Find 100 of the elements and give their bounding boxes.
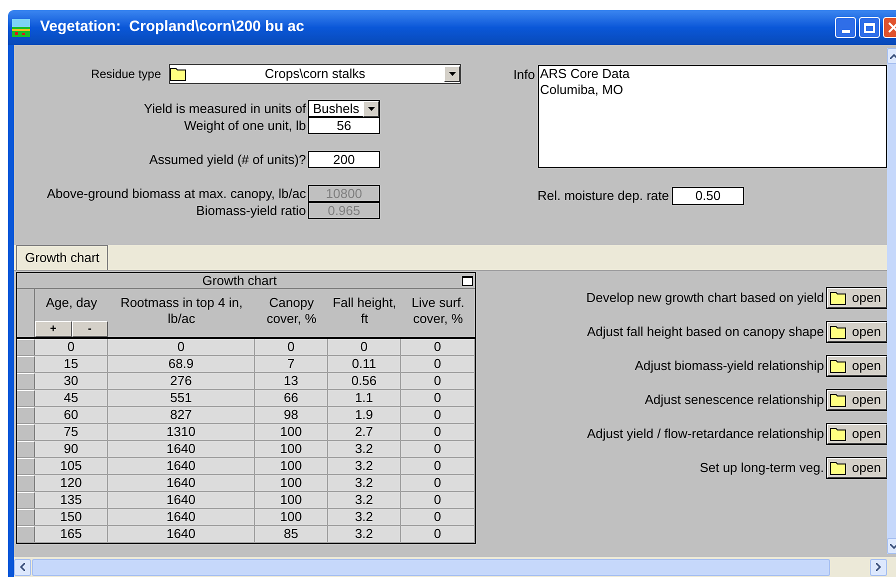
chevron-up-icon [890, 54, 896, 58]
remove-row-button[interactable]: - [72, 321, 108, 337]
table-cell: 0 [35, 339, 108, 355]
row-selector[interactable] [17, 390, 35, 406]
table-cell: 100 [255, 475, 328, 491]
field-label: Yield is measured in units of [142, 102, 307, 115]
row-selector[interactable] [17, 458, 35, 474]
action-label: Adjust yield / flow-retardance relationship [586, 425, 824, 444]
window-title: Vegetation: Cropland\corn\200 bu ac [40, 17, 304, 38]
table-cell: 0.11 [328, 356, 401, 372]
scroll-left-button[interactable] [14, 558, 31, 576]
row-selector[interactable] [17, 509, 35, 525]
table-cell: 551 [108, 390, 255, 406]
table-cell: 0 [401, 475, 475, 491]
table-cell: 150 [35, 509, 108, 525]
add-row-button[interactable]: + [35, 321, 72, 337]
field-icon [12, 18, 30, 36]
table-cell: 100 [255, 424, 328, 440]
table-cell: 15 [35, 356, 108, 372]
chevron-right-icon [876, 563, 881, 571]
table-cell: 0 [401, 373, 475, 389]
table-cell: 0 [108, 339, 255, 355]
horizontal-scrollbar[interactable] [14, 557, 896, 577]
chevron-down-icon [890, 544, 896, 548]
action-label: Adjust biomass-yield relationship [634, 357, 824, 376]
info-text-area[interactable]: ARS Core Data Columiba, MO [538, 65, 887, 168]
row-selector[interactable] [17, 475, 35, 491]
dropdown-arrow-button[interactable] [363, 100, 379, 116]
table-cell: 13 [255, 373, 328, 389]
input-field[interactable]: 200 [308, 151, 380, 168]
minimize-button[interactable] [835, 17, 856, 38]
maximize-button[interactable] [859, 17, 880, 38]
table-cell: 0 [401, 526, 475, 542]
table-cell: 3.2 [328, 492, 401, 508]
table-cell: 68.9 [108, 356, 255, 372]
open-button[interactable]: open [827, 322, 887, 342]
table-title: Growth chart [201, 274, 278, 287]
table-cell: 276 [108, 373, 255, 389]
dropdown-arrow-button[interactable] [444, 66, 460, 82]
table-cell: 1640 [108, 526, 255, 542]
table-cell: 45 [35, 390, 108, 406]
table-cell: 0 [328, 339, 401, 355]
table-cell: 90 [35, 441, 108, 457]
open-button[interactable]: open [827, 424, 887, 444]
table-cell: 3.2 [328, 526, 401, 542]
input-field: 0.965 [308, 202, 380, 219]
residue-type-dropdown[interactable]: Crops\corn stalks [169, 64, 461, 84]
open-button[interactable]: open [827, 288, 887, 308]
field-label: Info [512, 66, 536, 84]
table-cell: 66 [255, 390, 328, 406]
scroll-right-button[interactable] [870, 558, 887, 576]
restore-icon[interactable] [462, 276, 473, 286]
row-selector[interactable] [17, 441, 35, 457]
folder-icon [830, 461, 846, 475]
chevron-left-icon [20, 563, 25, 571]
table-cell: 30 [35, 373, 108, 389]
tab[interactable]: Growth chart [16, 245, 108, 270]
row-selector[interactable] [17, 373, 35, 389]
field-label: Assumed yield (# of units)? [148, 153, 307, 166]
table-cell: 1.1 [328, 390, 401, 406]
info-line: ARS Core Data [540, 66, 630, 82]
open-button[interactable]: open [827, 458, 887, 478]
open-button[interactable]: open [827, 356, 887, 376]
table-cell: 0 [401, 509, 475, 525]
table-cell: 0 [401, 458, 475, 474]
row-selector[interactable] [17, 526, 35, 542]
field-label: Residue type [90, 66, 161, 83]
input-field[interactable]: 56 [308, 117, 380, 134]
row-selector[interactable] [17, 356, 35, 372]
input-field[interactable]: 0.50 [672, 186, 744, 205]
column-header: Age, day [44, 295, 98, 311]
table-cell: 3.2 [328, 509, 401, 525]
table-cell: 0 [401, 407, 475, 423]
row-selector[interactable] [17, 424, 35, 440]
table-cell: 0 [401, 390, 475, 406]
table-cell: 75 [35, 424, 108, 440]
close-icon [888, 22, 896, 33]
table-cell: 100 [255, 509, 328, 525]
open-button[interactable]: open [827, 390, 887, 410]
table-cell: 60 [35, 407, 108, 423]
units-dropdown[interactable]: Bushels [308, 100, 380, 117]
row-selector[interactable] [17, 407, 35, 423]
table-cell: 1.9 [328, 407, 401, 423]
scroll-thumb[interactable] [32, 558, 830, 576]
table-cell: 3.2 [328, 475, 401, 491]
row-selector[interactable] [17, 492, 35, 508]
folder-icon [830, 393, 846, 407]
field-label: Above-ground biomass at max. canopy, lb/ac [46, 187, 307, 200]
table-cell: 0 [401, 356, 475, 372]
column-header: Fall height, ft [332, 295, 398, 327]
table-cell: 0 [401, 339, 475, 355]
folder-icon [830, 291, 846, 305]
table-cell: 1640 [108, 509, 255, 525]
table-cell: 2.7 [328, 424, 401, 440]
column-header: Rootmass in top 4 in, lb/ac [119, 295, 244, 327]
row-selector[interactable] [17, 339, 35, 355]
action-label: Set up long-term veg. [700, 459, 824, 478]
table-cell: 7 [255, 356, 328, 372]
table-cell: 827 [108, 407, 255, 423]
table-cell: 85 [255, 526, 328, 542]
